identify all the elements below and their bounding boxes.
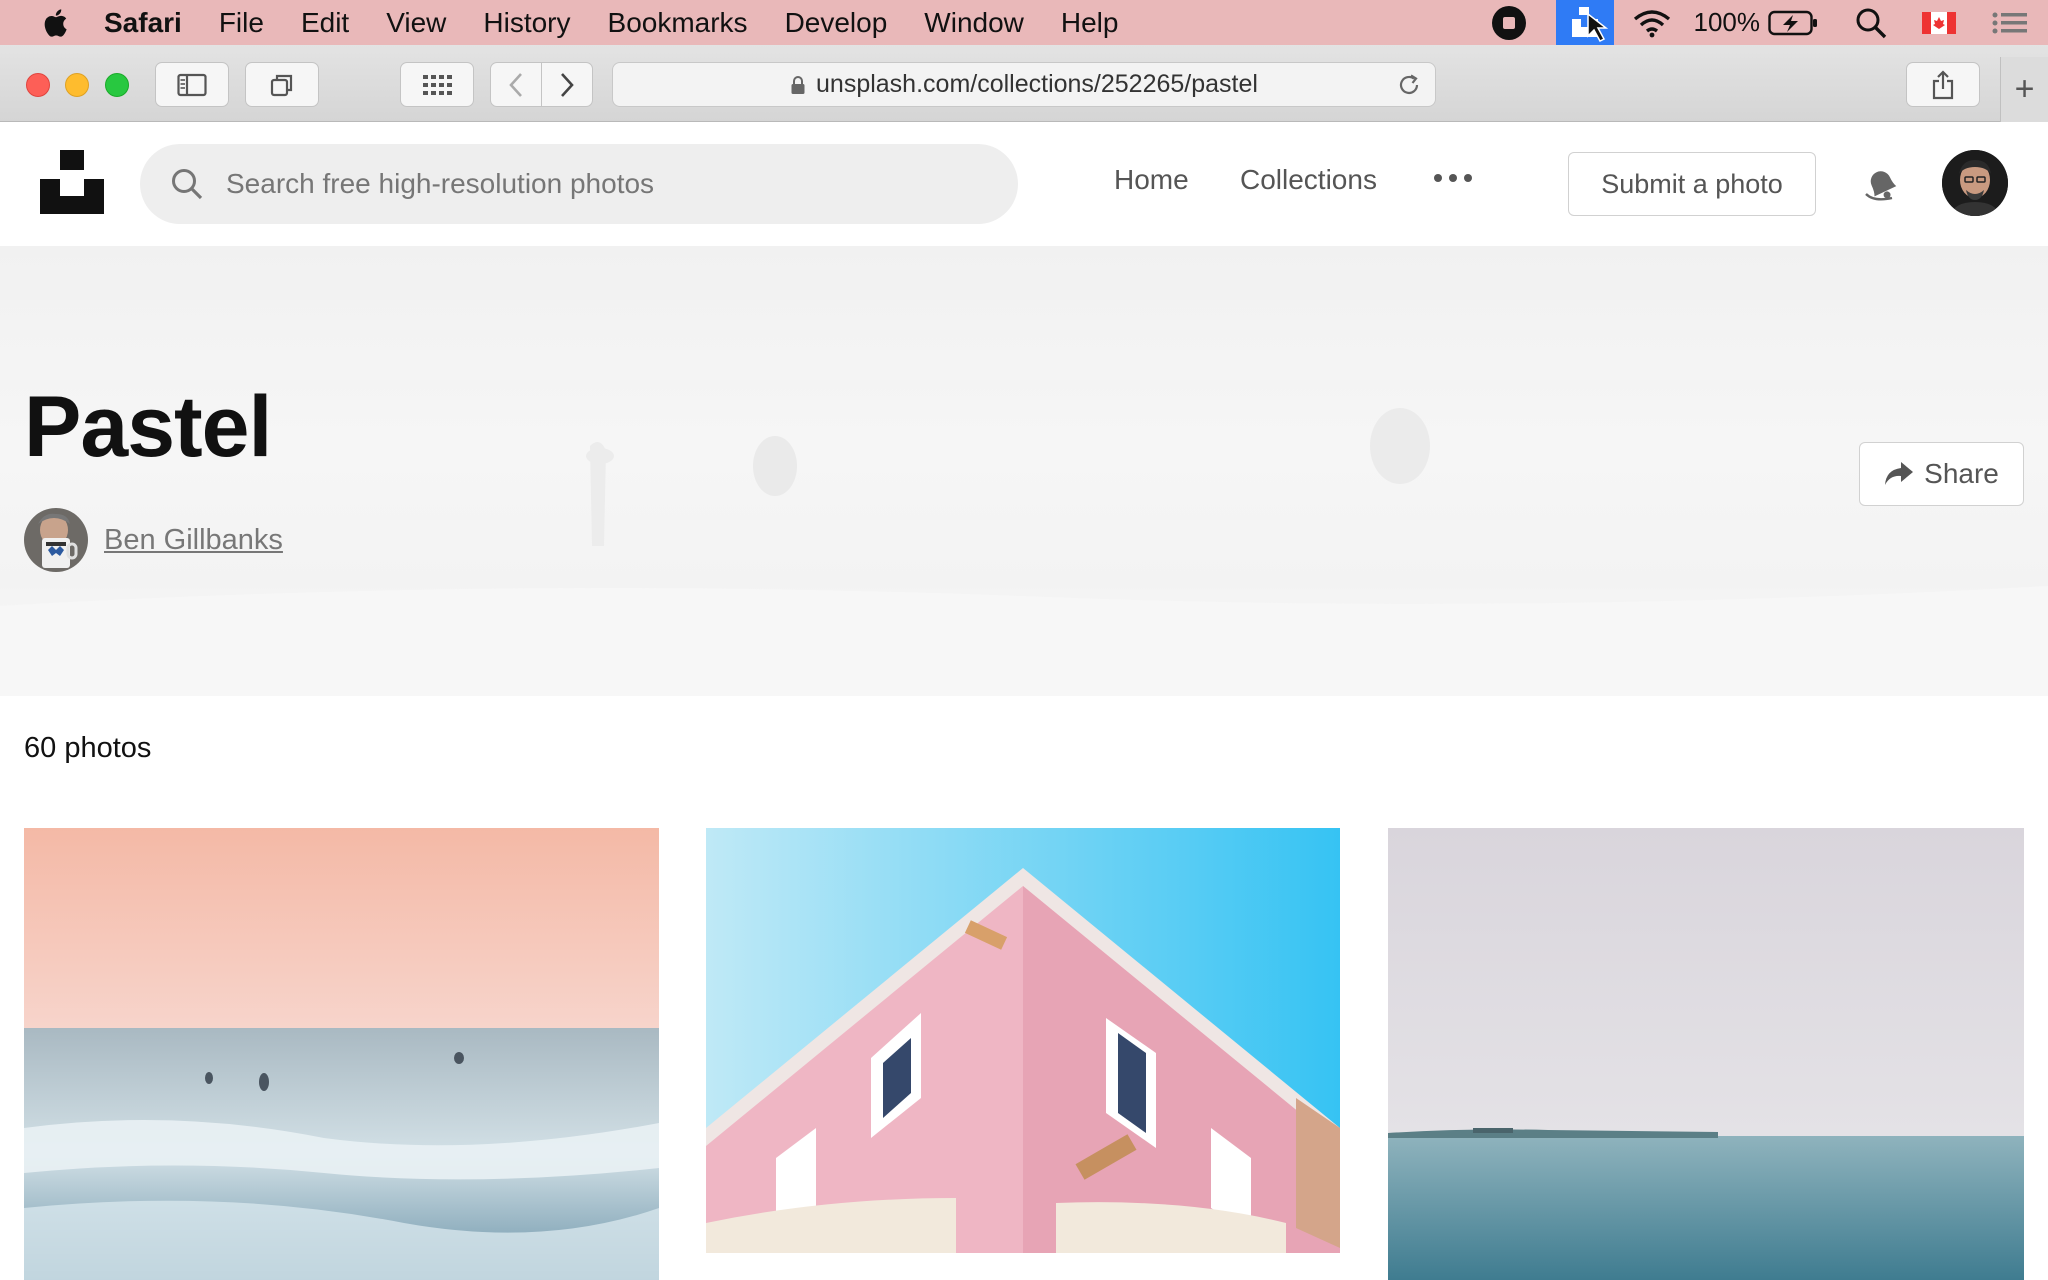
top-sites-button[interactable]: [400, 62, 474, 107]
menu-history[interactable]: History: [483, 0, 570, 45]
wifi-icon[interactable]: [1632, 8, 1672, 38]
curator-avatar[interactable]: [24, 508, 88, 572]
photo-tile-pink-house[interactable]: [706, 828, 1340, 1253]
grid-icon: [423, 74, 452, 95]
back-icon: [509, 72, 522, 97]
search-icon[interactable]: [170, 167, 204, 201]
search-input[interactable]: [226, 168, 986, 200]
menu-bar: Safari File Edit View History Bookmarks …: [0, 0, 2048, 45]
spotlight-icon[interactable]: [1854, 6, 1888, 40]
reload-icon[interactable]: [1397, 73, 1421, 97]
close-window-button[interactable]: [26, 73, 50, 97]
menu-window[interactable]: Window: [924, 0, 1024, 45]
apple-icon[interactable]: [40, 6, 74, 40]
zoom-window-button[interactable]: [105, 73, 129, 97]
flag-icon[interactable]: [1922, 11, 1956, 34]
user-avatar[interactable]: [1942, 150, 2008, 216]
new-tab-icon: +: [2014, 70, 2035, 108]
collection-curator: Ben Gillbanks: [24, 508, 283, 572]
tabs-icon: [270, 74, 293, 96]
battery-percentage: 100%: [1693, 7, 1761, 37]
nav-collections-link[interactable]: Collections: [1240, 164, 1377, 196]
new-tab-button[interactable]: +: [2000, 57, 2048, 122]
notification-list-icon[interactable]: [1990, 8, 2030, 38]
collection-hero: Pastel Ben Gillbanks Share: [0, 246, 2048, 696]
sidebar-icon: [177, 73, 207, 96]
search-bar: [140, 144, 1018, 224]
browser-toolbar: unsplash.com/collections/252265/pastel +: [0, 45, 2048, 122]
minimize-window-button[interactable]: [65, 73, 89, 97]
site-header: Home Collections Submit a photo: [0, 122, 2048, 246]
photo-count: 60 photos: [24, 732, 152, 764]
browser-share-button[interactable]: [1906, 62, 1980, 107]
curator-name-link[interactable]: Ben Gillbanks: [104, 524, 283, 557]
unsplash-logo[interactable]: [40, 150, 104, 214]
share-label: Share: [1924, 458, 1999, 489]
collection-title: Pastel: [24, 379, 272, 475]
lock-icon: [791, 75, 805, 94]
address-bar[interactable]: unsplash.com/collections/252265/pastel: [612, 62, 1436, 107]
bell-icon[interactable]: [1862, 164, 1902, 204]
nav-home-link[interactable]: Home: [1114, 164, 1189, 196]
record-icon[interactable]: [1491, 0, 1556, 45]
menu-help[interactable]: Help: [1061, 0, 1119, 45]
address-url: unsplash.com/collections/252265/pastel: [816, 70, 1258, 98]
unsplash-tray-icon[interactable]: [1555, 0, 1614, 45]
photo-pink-house-image: [706, 828, 1340, 1253]
submit-photo-button[interactable]: Submit a photo: [1568, 152, 1816, 216]
tab-overview-button[interactable]: [245, 62, 319, 107]
battery-icon[interactable]: [1768, 10, 1818, 36]
hero-background-image: [0, 408, 2048, 696]
photo-tile-calm-sea[interactable]: [1388, 828, 2024, 1280]
status-tray: 100%: [1491, 0, 2048, 45]
forward-button[interactable]: [541, 62, 593, 107]
back-button[interactable]: [490, 62, 542, 107]
share-icon: [1932, 69, 1954, 99]
menu-bookmarks[interactable]: Bookmarks: [608, 0, 748, 45]
more-icon[interactable]: [1434, 174, 1472, 182]
sidebar-button[interactable]: [155, 62, 229, 107]
photo-calm-sea-image: [1388, 828, 2024, 1280]
menu-view[interactable]: View: [386, 0, 446, 45]
menu-app-name[interactable]: Safari: [104, 0, 182, 45]
menu-develop[interactable]: Develop: [785, 0, 888, 45]
share-arrow-icon: [1885, 462, 1914, 485]
menu-file[interactable]: File: [219, 0, 264, 45]
photo-surf-image: [24, 828, 659, 1280]
menu-edit[interactable]: Edit: [301, 0, 349, 45]
forward-icon: [561, 72, 574, 97]
photo-tile-surf[interactable]: [24, 828, 659, 1280]
share-collection-button[interactable]: Share: [1859, 442, 2024, 506]
